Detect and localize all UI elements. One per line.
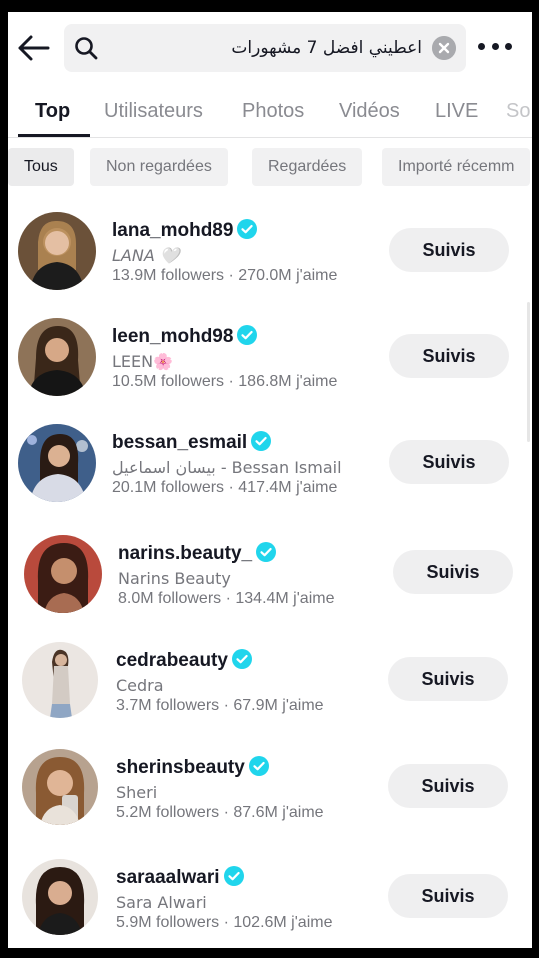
tab-videos[interactable]: Vidéos (339, 100, 400, 123)
more-icon[interactable] (478, 34, 512, 58)
following-button[interactable]: Suivis (388, 764, 508, 808)
display-name: Sheri (116, 783, 158, 802)
avatar[interactable] (22, 642, 98, 718)
active-tab-indicator (18, 134, 90, 137)
filter-watched[interactable]: Regardées (252, 148, 363, 186)
username-text: bessan_esmail (112, 432, 248, 453)
search-bar[interactable] (64, 24, 466, 72)
verified-badge-icon (251, 431, 272, 451)
avatar[interactable] (22, 859, 98, 935)
search-header (8, 12, 532, 80)
following-button[interactable]: Suivis (389, 334, 509, 378)
avatar[interactable] (24, 535, 102, 613)
verified-badge-icon (237, 325, 258, 345)
user-result[interactable]: narins.beauty_ Narins Beauty 8.0M follow… (8, 533, 532, 629)
user-result[interactable]: saraaalwari Sara Alwari 5.9M followers ·… (8, 857, 532, 948)
display-name: Sara Alwari (116, 893, 207, 912)
filter-unwatched[interactable]: Non regardées (90, 148, 228, 186)
tab-sounds[interactable]: So (506, 100, 530, 123)
username[interactable]: bessan_esmail (112, 431, 272, 454)
filter-all[interactable]: Tous (8, 148, 74, 186)
display-name: بيسان اسماعيل - Bessan Ismail (112, 458, 342, 477)
user-stats: 8.0M followers · 134.4M j'aime (118, 590, 335, 607)
user-stats: 5.9M followers · 102.6M j'aime (116, 914, 333, 931)
user-result[interactable]: bessan_esmail بيسان اسماعيل - Bessan Ism… (8, 422, 532, 518)
username-text: sherinsbeauty (116, 757, 245, 778)
avatar[interactable] (18, 424, 96, 502)
tab-users[interactable]: Utilisateurs (104, 100, 203, 123)
more-dot (491, 42, 499, 50)
user-stats: 5.2M followers · 87.6M j'aime (116, 804, 324, 821)
display-name: Cedra (116, 676, 164, 695)
username-text: cedrabeauty (116, 650, 228, 671)
avatar[interactable] (18, 212, 96, 290)
display-name: Narins Beauty (118, 569, 231, 588)
following-button[interactable]: Suivis (393, 550, 513, 594)
verified-badge-icon (248, 756, 269, 776)
verified-badge-icon (223, 866, 244, 886)
search-results-screen: Top Utilisateurs Photos Vidéos LIVE So T… (8, 12, 532, 948)
verified-badge-icon (231, 649, 252, 669)
username-text: lana_mohd89 (112, 220, 234, 241)
user-result[interactable]: lana_mohd89 LANA 🤍 13.9M followers · 270… (8, 210, 532, 306)
username[interactable]: sherinsbeauty (116, 756, 269, 779)
filter-chips: Tous Non regardées Regardées Importé réc… (8, 148, 532, 188)
username[interactable]: lana_mohd89 (112, 219, 258, 242)
user-result[interactable]: sherinsbeauty Sheri 5.2M followers · 87.… (8, 747, 532, 843)
user-result[interactable]: cedrabeauty Cedra 3.7M followers · 67.9M… (8, 640, 532, 736)
tab-live[interactable]: LIVE (435, 100, 478, 123)
results-tabs: Top Utilisateurs Photos Vidéos LIVE So (8, 90, 532, 138)
user-stats: 20.1M followers · 417.4M j'aime (112, 479, 338, 496)
username[interactable]: cedrabeauty (116, 649, 252, 672)
following-button[interactable]: Suivis (389, 440, 509, 484)
username-text: saraaalwari (116, 867, 220, 888)
tab-top[interactable]: Top (35, 100, 70, 123)
more-dot (478, 42, 485, 50)
avatar[interactable] (22, 749, 98, 825)
following-button[interactable]: Suivis (389, 228, 509, 272)
username[interactable]: narins.beauty_ (118, 542, 277, 565)
following-button[interactable]: Suivis (388, 874, 508, 918)
user-stats: 13.9M followers · 270.0M j'aime (112, 267, 338, 284)
avatar[interactable] (18, 318, 96, 396)
username[interactable]: leen_mohd98 (112, 325, 258, 348)
username-text: leen_mohd98 (112, 326, 234, 347)
user-result[interactable]: leen_mohd98 LEEN🌸 10.5M followers · 186.… (8, 316, 532, 412)
tab-photos[interactable]: Photos (242, 100, 304, 123)
verified-badge-icon (256, 542, 277, 562)
verified-badge-icon (237, 219, 258, 239)
display-name: LEEN🌸 (112, 352, 174, 371)
display-name: LANA 🤍 (112, 246, 180, 265)
clear-icon[interactable] (432, 36, 456, 60)
user-stats: 10.5M followers · 186.8M j'aime (112, 373, 338, 390)
arrow-left-icon[interactable] (16, 34, 50, 62)
more-dot (505, 42, 512, 50)
search-input[interactable] (106, 32, 422, 64)
username[interactable]: saraaalwari (116, 866, 244, 889)
following-button[interactable]: Suivis (388, 657, 508, 701)
scrollbar[interactable] (527, 302, 530, 442)
username-text: narins.beauty_ (118, 543, 253, 564)
user-stats: 3.7M followers · 67.9M j'aime (116, 697, 324, 714)
search-icon (75, 37, 98, 60)
filter-recently-uploaded[interactable]: Importé récemm (382, 148, 531, 186)
